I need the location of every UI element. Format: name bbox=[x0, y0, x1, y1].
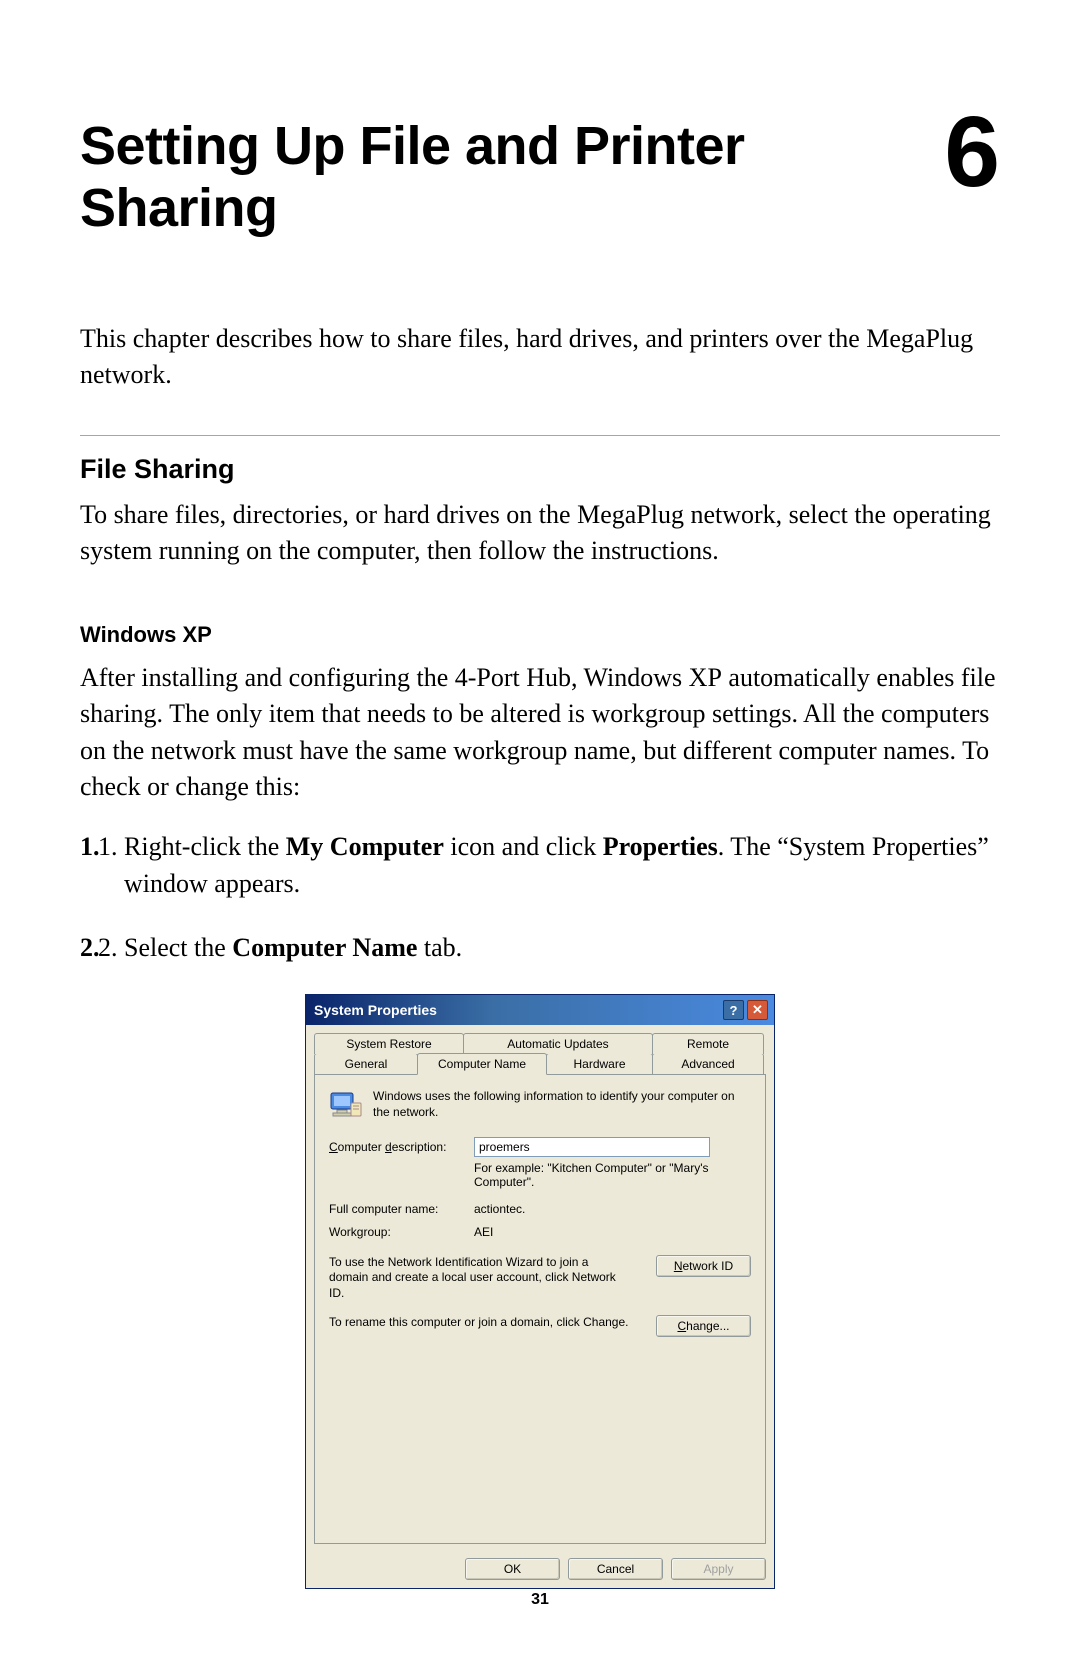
chapter-intro: This chapter describes how to share file… bbox=[80, 321, 1000, 393]
tabs-row-front: General Computer Name Hardware Advanced bbox=[314, 1053, 766, 1074]
full-computer-name-label: Full computer name: bbox=[329, 1199, 474, 1216]
tabs-area: System Restore Automatic Updates Remote … bbox=[306, 1025, 774, 1550]
step-2: 2. Select the Computer Name tab. bbox=[124, 930, 1000, 966]
chapter-number: 6 bbox=[944, 107, 1000, 197]
step-1: 1. Right-click the My Computer icon and … bbox=[124, 829, 1000, 902]
system-properties-dialog: System Properties ? ✕ System Restore Aut… bbox=[305, 994, 775, 1589]
computer-description-hint: For example: "Kitchen Computer" or "Mary… bbox=[474, 1161, 751, 1189]
section-body: To share files, directories, or hard dri… bbox=[80, 497, 1000, 570]
tab-automatic-updates[interactable]: Automatic Updates bbox=[463, 1033, 653, 1054]
step-number: 1. bbox=[80, 829, 100, 865]
chapter-title: Setting Up File and Printer Sharing bbox=[80, 115, 944, 239]
network-id-row: To use the Network Identification Wizard… bbox=[329, 1255, 751, 1302]
computer-description-label: Computer description: bbox=[329, 1137, 474, 1154]
subsection-body: After installing and configuring the 4-P… bbox=[80, 660, 1000, 806]
computer-description-input[interactable] bbox=[474, 1137, 710, 1157]
section-title: File Sharing bbox=[80, 454, 1000, 485]
step-text: icon and click bbox=[444, 832, 603, 861]
step-text: Right-click the bbox=[124, 832, 286, 861]
close-button[interactable]: ✕ bbox=[747, 1000, 768, 1020]
titlebar: System Properties ? ✕ bbox=[306, 995, 774, 1025]
step-number: 2. bbox=[80, 930, 100, 966]
computer-icon bbox=[329, 1089, 363, 1119]
ok-button[interactable]: OK bbox=[465, 1558, 560, 1580]
cancel-button[interactable]: Cancel bbox=[568, 1558, 663, 1580]
dialog-footer: OK Cancel Apply bbox=[306, 1550, 774, 1588]
step-bold: Computer Name bbox=[232, 933, 417, 962]
tab-remote[interactable]: Remote bbox=[652, 1033, 764, 1054]
info-text: Windows uses the following information t… bbox=[373, 1089, 751, 1120]
full-computer-name-row: Full computer name: actiontec. bbox=[329, 1199, 751, 1216]
subsection-body-xp: XP bbox=[689, 663, 722, 692]
page-number: 31 bbox=[0, 1591, 1080, 1609]
tab-advanced[interactable]: Advanced bbox=[652, 1053, 764, 1074]
tabs-row-back: System Restore Automatic Updates Remote bbox=[314, 1033, 766, 1054]
tab-panel: Windows uses the following information t… bbox=[314, 1074, 766, 1544]
titlebar-buttons: ? ✕ bbox=[723, 1000, 768, 1020]
section-divider bbox=[80, 435, 1000, 436]
network-id-text: To use the Network Identification Wizard… bbox=[329, 1255, 629, 1302]
help-button[interactable]: ? bbox=[723, 1000, 744, 1020]
info-row: Windows uses the following information t… bbox=[329, 1089, 751, 1120]
step-bold: My Computer bbox=[286, 832, 444, 861]
computer-description-row: Computer description: For example: "Kitc… bbox=[329, 1137, 751, 1189]
chapter-header: Setting Up File and Printer Sharing 6 bbox=[80, 115, 1000, 239]
tab-computer-name[interactable]: Computer Name bbox=[417, 1053, 547, 1075]
full-computer-name-value: actiontec. bbox=[474, 1199, 525, 1216]
step-bold: Properties bbox=[603, 832, 718, 861]
network-id-button[interactable]: Network ID bbox=[656, 1255, 751, 1277]
tab-hardware[interactable]: Hardware bbox=[546, 1053, 653, 1074]
tab-general[interactable]: General bbox=[314, 1053, 418, 1074]
subsection-body-pre: After installing and configuring the 4-P… bbox=[80, 663, 689, 692]
workgroup-value: AEI bbox=[474, 1222, 493, 1239]
change-button[interactable]: Change... bbox=[656, 1315, 751, 1337]
workgroup-row: Workgroup: AEI bbox=[329, 1222, 751, 1239]
change-row: To rename this computer or join a domain… bbox=[329, 1315, 751, 1337]
change-text: To rename this computer or join a domain… bbox=[329, 1315, 629, 1331]
step-text: Select the bbox=[124, 933, 232, 962]
subsection-title: Windows XP bbox=[80, 622, 1000, 648]
workgroup-label: Workgroup: bbox=[329, 1222, 474, 1239]
apply-button[interactable]: Apply bbox=[671, 1558, 766, 1580]
step-text: tab. bbox=[417, 933, 462, 962]
dialog-title: System Properties bbox=[314, 1002, 437, 1018]
dialog-screenshot: System Properties ? ✕ System Restore Aut… bbox=[80, 994, 1000, 1589]
tab-system-restore[interactable]: System Restore bbox=[314, 1033, 464, 1054]
steps-list: 1. Right-click the My Computer icon and … bbox=[80, 829, 1000, 966]
